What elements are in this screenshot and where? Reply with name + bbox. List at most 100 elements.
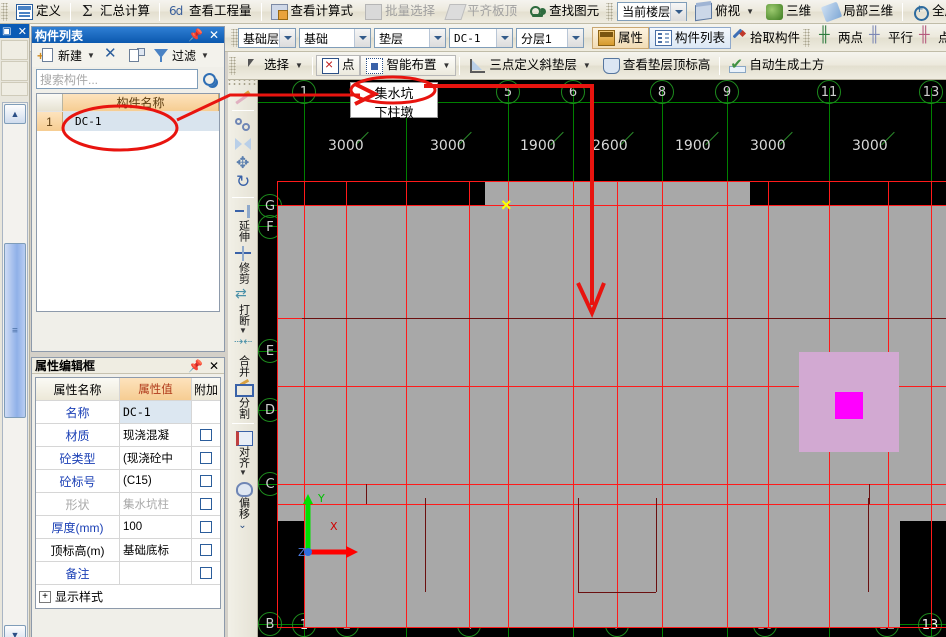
left-dock-stub[interactable] bbox=[1, 61, 28, 81]
attach-checkbox[interactable] bbox=[200, 475, 212, 487]
chevron-down-icon[interactable]: ▼ bbox=[295, 61, 303, 70]
table-row[interactable]: 名称 DC-1 bbox=[36, 401, 220, 424]
chevron-down-icon[interactable] bbox=[429, 29, 445, 47]
symmetry-tool-button[interactable] bbox=[228, 134, 258, 154]
table-row[interactable]: 备注 bbox=[36, 562, 220, 585]
toolbar-view-formula-button[interactable]: 查看计算式 bbox=[265, 1, 360, 22]
toolbar-grip[interactable] bbox=[1, 2, 8, 21]
split-tool-button[interactable]: 分割 bbox=[228, 378, 258, 420]
component-list-toggle-button[interactable]: 构件列表 bbox=[649, 27, 732, 49]
property-toggle-button[interactable]: 属性 bbox=[592, 27, 650, 49]
table-row[interactable]: 1 DC-1 bbox=[37, 111, 219, 131]
toolbar-grip[interactable] bbox=[606, 2, 614, 21]
pick-component-button[interactable]: 拾取构件 bbox=[724, 27, 806, 49]
scroll-down-button[interactable]: ▼ bbox=[4, 625, 26, 637]
select-tool-button[interactable]: 选择 ▼ bbox=[238, 55, 309, 76]
close-icon[interactable]: ✕ bbox=[209, 359, 219, 373]
property-value[interactable]: DC-1 bbox=[120, 401, 192, 423]
trim-tool-button[interactable]: 修剪 bbox=[228, 243, 258, 285]
attach-checkbox[interactable] bbox=[200, 544, 212, 556]
grid-bubble-top[interactable]: 1 bbox=[292, 80, 316, 104]
component-type-tooltip[interactable]: 集水坑 下柱墩 bbox=[350, 82, 438, 121]
chevron-down-icon[interactable]: ▼ bbox=[583, 61, 591, 70]
attach-checkbox[interactable] bbox=[200, 452, 212, 464]
current-floor-select[interactable]: 当前楼层 bbox=[617, 2, 688, 21]
tooltip-line-column-pier[interactable]: 下柱墩 bbox=[351, 102, 437, 121]
floor-select[interactable]: 基础层 bbox=[238, 28, 296, 48]
parallel-button[interactable]: 平行 bbox=[862, 26, 919, 49]
toolbar-find-element-button[interactable]: 查找图元 bbox=[523, 1, 605, 22]
table-row[interactable]: 厚度(mm) 100 bbox=[36, 516, 220, 539]
left-dock-scrollbar[interactable]: ▲ ▼ bbox=[2, 102, 28, 637]
extend-tool-button[interactable]: 延伸 bbox=[228, 201, 258, 243]
close-icon[interactable]: ✕ bbox=[18, 25, 27, 38]
property-value[interactable]: (C15) bbox=[120, 470, 192, 492]
drawing-canvas[interactable]: 1 5 6 8 9 11 13 3000 3000 1900 2600 1900… bbox=[258, 80, 946, 637]
move-tool-button[interactable] bbox=[228, 153, 258, 174]
toolbar-batch-select-button[interactable]: 批量选择 bbox=[359, 1, 441, 22]
toolbar-summary-calc-button[interactable]: 汇总计算 bbox=[74, 1, 156, 22]
three-point-slope-button[interactable]: 三点定义斜垫层 ▼ bbox=[463, 55, 596, 76]
grid-bubble-top[interactable]: 8 bbox=[650, 80, 674, 104]
point-tool-button[interactable]: 点 bbox=[315, 55, 361, 76]
toolbar-view-quantity-button[interactable]: 查看工程量 bbox=[163, 1, 258, 22]
scrollbar-thumb[interactable] bbox=[4, 243, 26, 418]
toolbar-grip[interactable] bbox=[228, 80, 257, 87]
merge-tool-button[interactable]: 合并 bbox=[228, 335, 258, 378]
rotate-tool-button[interactable] bbox=[228, 172, 258, 194]
property-value[interactable]: (现浇砼中 bbox=[120, 447, 192, 469]
delete-component-button[interactable] bbox=[100, 44, 123, 64]
two-point-button[interactable]: 两点 bbox=[812, 26, 869, 49]
water-collection-pit[interactable] bbox=[835, 392, 863, 419]
property-value[interactable]: 基础底标 bbox=[120, 539, 192, 561]
chevron-down-icon[interactable] bbox=[354, 29, 370, 47]
left-dock-stub[interactable] bbox=[1, 40, 28, 60]
toolbar-grip[interactable] bbox=[229, 56, 236, 75]
chevron-down-icon[interactable]: ▼ bbox=[442, 61, 450, 70]
grid-bubble-top[interactable]: 11 bbox=[817, 80, 841, 104]
grid-bubble-top[interactable]: 5 bbox=[496, 80, 520, 104]
scroll-up-button[interactable]: ▲ bbox=[4, 104, 26, 124]
toolbar-topview-button[interactable]: 俯视 ▼ bbox=[689, 1, 760, 22]
left-dock-tab[interactable]: ▣ ✕ bbox=[0, 24, 29, 38]
more-tools-button[interactable]: ⌄ bbox=[228, 520, 257, 531]
chevron-down-icon[interactable]: ▼ bbox=[239, 468, 247, 477]
auto-earthwork-button[interactable]: 自动生成土方 bbox=[723, 55, 830, 76]
grid-bubble-left[interactable]: B bbox=[258, 612, 282, 636]
point-angle-button[interactable]: 点角 bbox=[912, 26, 946, 49]
pin-icon[interactable]: 📌 bbox=[188, 359, 203, 373]
filter-button[interactable]: 过滤 ▼ bbox=[150, 46, 212, 65]
new-component-button[interactable]: 新建 ▼ bbox=[36, 46, 98, 65]
chevron-down-icon[interactable] bbox=[670, 2, 687, 21]
left-dock-stub[interactable] bbox=[1, 82, 28, 96]
search-input[interactable]: 搜索构件... bbox=[36, 69, 198, 89]
mirror-tool-button[interactable] bbox=[228, 114, 258, 134]
grid-bubble-top[interactable]: 9 bbox=[715, 80, 739, 104]
search-icon[interactable] bbox=[198, 69, 220, 89]
chevron-down-icon[interactable]: ▼ bbox=[87, 51, 95, 60]
view-cushion-elevation-button[interactable]: 查看垫层顶标高 bbox=[597, 55, 717, 76]
toolbar-grip[interactable] bbox=[231, 29, 238, 47]
table-row[interactable]: 顶标高(m) 基础底标 bbox=[36, 539, 220, 562]
toolbar-grip[interactable] bbox=[803, 29, 810, 47]
pen-tool-button[interactable] bbox=[228, 87, 258, 107]
toolbar-fullscreen-button[interactable]: 全屏 bbox=[906, 1, 946, 22]
table-row[interactable]: 材质 现浇混凝 bbox=[36, 424, 220, 447]
table-row[interactable]: 砼标号 (C15) bbox=[36, 470, 220, 493]
toolbar-flatten-slab-button[interactable]: 平齐板顶 bbox=[441, 1, 523, 22]
chevron-down-icon[interactable]: ▼ bbox=[201, 51, 209, 60]
toolbar-define-button[interactable]: 定义 bbox=[10, 1, 67, 22]
pin-icon[interactable]: 📌 bbox=[188, 28, 203, 42]
table-row[interactable]: 砼类型 (现浇砼中 bbox=[36, 447, 220, 470]
chevron-down-icon[interactable] bbox=[279, 29, 295, 47]
table-row[interactable]: 形状 集水坑柱 bbox=[36, 493, 220, 516]
expand-icon[interactable]: + bbox=[39, 590, 51, 603]
align-tool-button[interactable]: 对齐 ▼ bbox=[228, 427, 258, 478]
chevron-down-icon[interactable]: ▼ bbox=[239, 326, 247, 335]
property-value[interactable]: 100 bbox=[120, 516, 192, 538]
chevron-down-icon[interactable] bbox=[496, 29, 512, 47]
property-value[interactable] bbox=[120, 562, 192, 584]
chevron-down-icon[interactable]: ▼ bbox=[746, 7, 754, 16]
layer-select[interactable]: 分层1 bbox=[516, 28, 584, 48]
tooltip-line-sump-pit[interactable]: 集水坑 bbox=[351, 83, 437, 102]
